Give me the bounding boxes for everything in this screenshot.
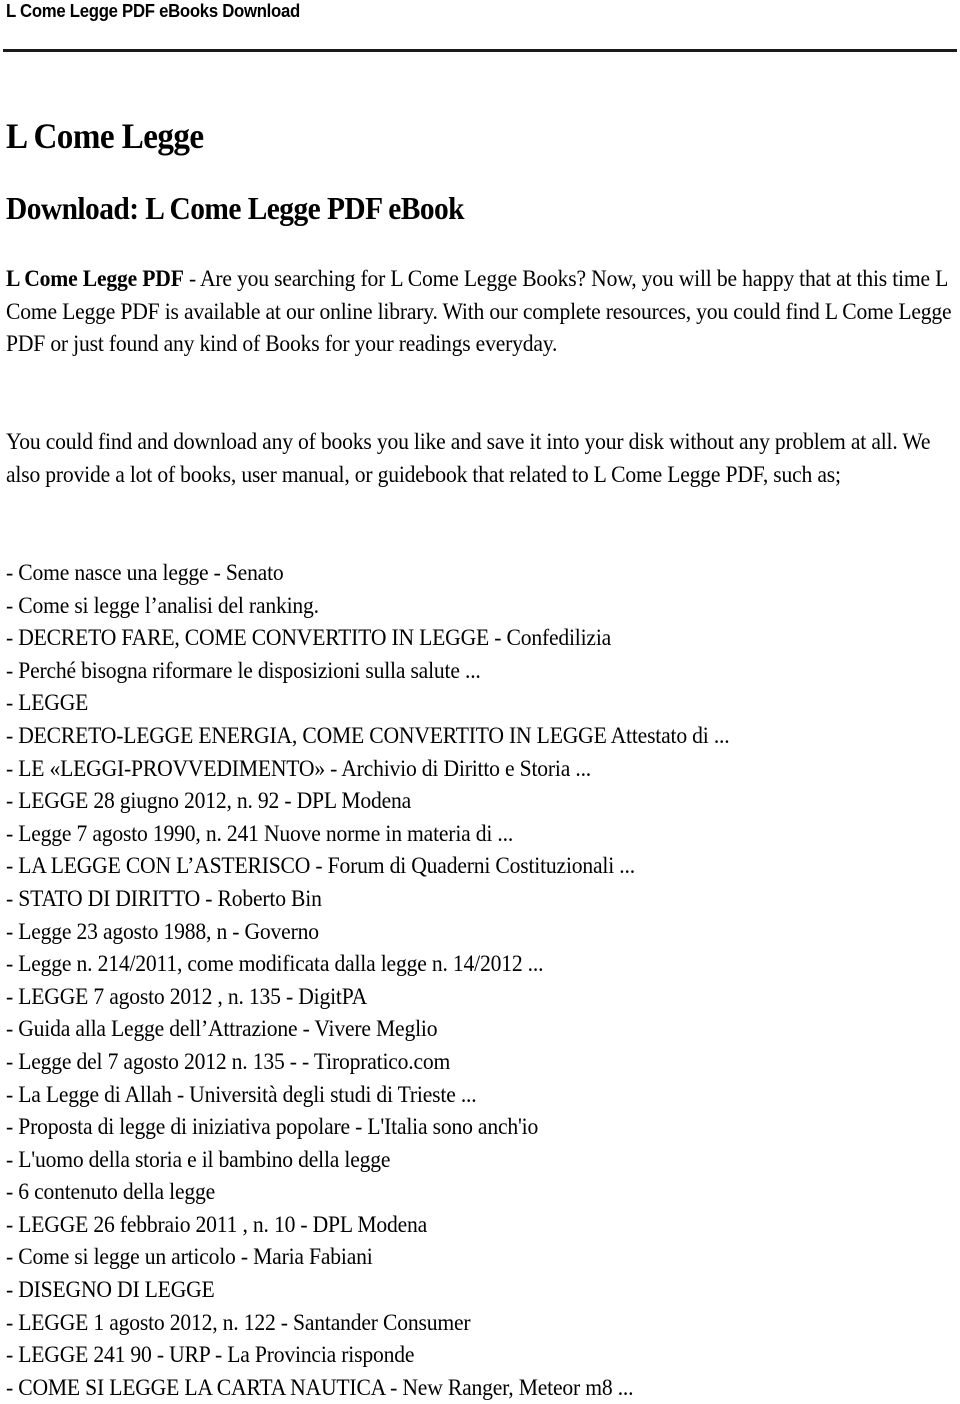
list-item: - 6 contenuto della legge (6, 1179, 216, 1205)
list-item: - DECRETO-LEGGE ENERGIA, COME CONVERTITO… (6, 722, 730, 748)
list-item: - Legge n. 214/2011, come modificata dal… (6, 951, 544, 977)
list-item: - Come si legge un articolo - Maria Fabi… (6, 1244, 373, 1270)
list-item: - Proposta di legge di iniziativa popola… (6, 1114, 539, 1140)
list-item: - LEGGE 26 febbraio 2011 , n. 10 - DPL M… (6, 1211, 428, 1237)
list-item: - COME SI LEGGE LA CARTA NAUTICA - New R… (6, 1374, 634, 1400)
list-item: - DECRETO FARE, COME CONVERTITO IN LEGGE… (6, 625, 612, 651)
related-books-list: - Come nasce una legge - Senato - Come s… (6, 557, 960, 1404)
list-item: - Come nasce una legge - Senato (6, 560, 284, 585)
list-item: - LE «LEGGI-PROVVEDIMENTO» - Archivio di… (6, 755, 592, 781)
list-item: - Guida alla Legge dell’Attrazione - Viv… (6, 1016, 438, 1042)
document-subtitle: Download: L Come Legge PDF eBook (6, 190, 465, 226)
intro-paragraph: L Come Legge PDF - Are you searching for… (6, 263, 955, 361)
list-item: - LEGGE 1 agosto 2012, n. 122 - Santande… (6, 1309, 471, 1335)
list-item: - LEGGE 241 90 - URP - La Provincia risp… (6, 1342, 415, 1368)
document-title: L Come Legge (6, 116, 204, 156)
list-item: - LEGGE 7 agosto 2012 , n. 135 - DigitPA (6, 983, 368, 1009)
list-item: - Perché bisogna riformare le disposizio… (6, 657, 481, 683)
list-item: - DISEGNO DI LEGGE (6, 1277, 215, 1303)
page-header-title: L Come Legge PDF eBooks Download (6, 1, 300, 21)
list-item: - Legge 23 agosto 1988, n - Governo (6, 918, 319, 944)
list-item: - STATO DI DIRITTO - Roberto Bin (6, 885, 322, 911)
list-item: - LEGGE 28 giugno 2012, n. 92 - DPL Mode… (6, 788, 412, 814)
download-paragraph: You could find and download any of books… (6, 429, 931, 487)
list-item: - LA LEGGE CON L’ASTERISCO - Forum di Qu… (6, 853, 635, 879)
intro-lead-bold: L Come Legge PDF (6, 266, 184, 291)
header-divider (3, 49, 957, 52)
list-item: - LEGGE (6, 690, 89, 716)
list-item: - Legge del 7 agosto 2012 n. 135 - - Tir… (6, 1048, 451, 1074)
list-item: - L'uomo della storia e il bambino della… (6, 1146, 391, 1172)
list-item: - Legge 7 agosto 1990, n. 241 Nuove norm… (6, 820, 514, 846)
list-item: - Come si legge l’analisi del ranking. (6, 592, 319, 618)
list-item: - La Legge di Allah - Università degli s… (6, 1081, 477, 1107)
